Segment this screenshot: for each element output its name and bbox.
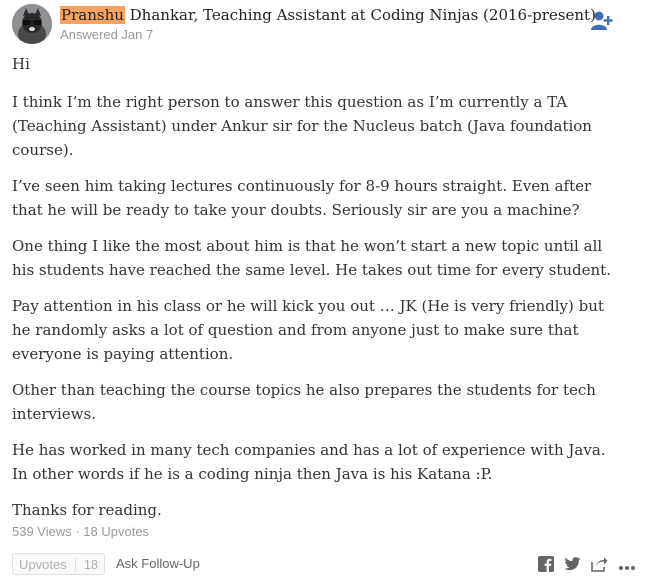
answer-paragraph: I think I’m the right person to answer t…: [12, 93, 592, 159]
author-credential[interactable]: Dhankar, Teaching Assistant at Coding Ni…: [125, 6, 596, 24]
avatar[interactable]: [12, 4, 52, 44]
share-icon[interactable]: [591, 556, 608, 577]
answer-paragraph: Hi: [12, 55, 30, 73]
ask-follow-up-button[interactable]: Ask Follow-Up: [116, 556, 200, 571]
answer-paragraph: He has worked in many tech companies and…: [12, 441, 606, 483]
answer-stats[interactable]: 539 Views · 18 Upvotes: [12, 524, 149, 539]
author-first-name[interactable]: Pranshu: [60, 6, 125, 24]
more-icon[interactable]: [618, 558, 636, 576]
follow-user-icon[interactable]: [590, 10, 614, 32]
answer-paragraph: I’ve seen him taking lectures continuous…: [12, 177, 592, 219]
author-line: Pranshu Dhankar, Teaching Assistant at C…: [60, 6, 596, 24]
twitter-icon[interactable]: [564, 557, 581, 576]
answer-paragraph: Other than teaching the course topics he…: [12, 381, 596, 423]
answer-body: Hi I think I’m the right person to answe…: [12, 52, 612, 534]
answer-paragraph: Thanks for reading.: [12, 501, 162, 519]
upvote-button[interactable]: Upvotes 18: [12, 553, 106, 575]
answer-paragraph: One thing I like the most about him is t…: [12, 237, 611, 279]
upvote-label: Upvotes: [19, 556, 67, 572]
answer-paragraph: Pay attention in his class or he will ki…: [12, 297, 604, 363]
answered-date[interactable]: Answered Jan 7: [60, 27, 153, 42]
action-bar: Upvotes 18 Ask Follow-Up: [12, 553, 642, 575]
upvote-count: 18: [74, 556, 98, 572]
facebook-icon[interactable]: [538, 556, 554, 577]
share-icons: [538, 556, 636, 577]
